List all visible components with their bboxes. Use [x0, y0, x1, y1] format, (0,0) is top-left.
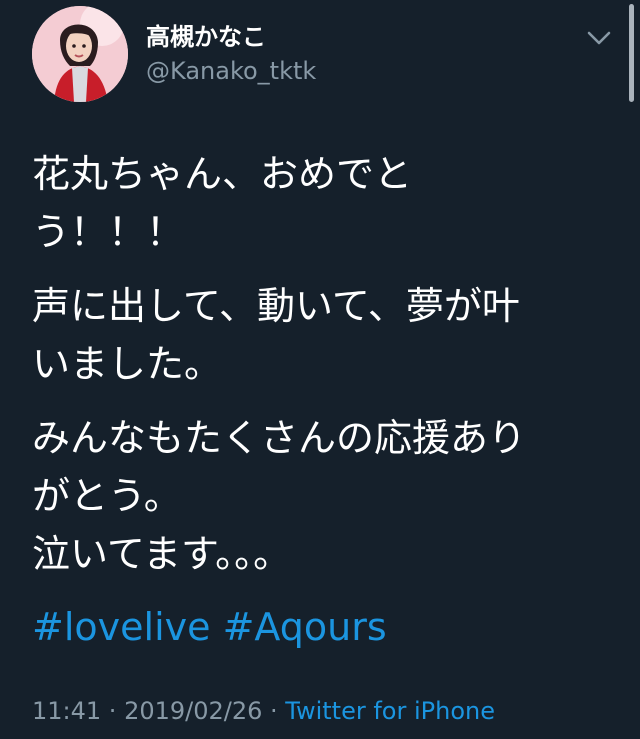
avatar-image	[32, 6, 128, 102]
tweet-paragraph: 泣いてます。。。	[32, 532, 292, 576]
tweet-paragraph: みんなもたくさんの応援あり がとう。	[32, 416, 527, 518]
tweet-source-link[interactable]: Twitter for iPhone	[285, 697, 495, 725]
meta-separator: ·	[262, 697, 286, 725]
tweet-paragraph: 花丸ちゃん、おめでと う！！！	[32, 152, 413, 254]
tweet-text: 花丸ちゃん、おめでと う！！！ 声に出して、動いて、夢が叶 いました。 みんなも…	[32, 145, 602, 583]
user-handle[interactable]: @Kanako_tktk	[146, 56, 316, 86]
tweet-meta: 11:41 · 2019/02/26 · Twitter for iPhone	[32, 694, 495, 728]
display-name[interactable]: 高槻かなこ	[146, 22, 266, 52]
tweet-card: 高槻かなこ @Kanako_tktk 花丸ちゃん、おめでと う！！！ 声に出して…	[0, 0, 640, 739]
tweet-paragraph: 声に出して、動いて、夢が叶 いました。	[32, 284, 520, 386]
avatar[interactable]	[32, 6, 128, 102]
hashtag-list: #lovelive #Aqours	[32, 598, 387, 656]
meta-separator: ·	[101, 697, 125, 725]
hashtag-link[interactable]: #Aqours	[223, 605, 387, 649]
tweet-time[interactable]: 11:41	[32, 697, 101, 725]
tweet-date[interactable]: 2019/02/26	[124, 697, 262, 725]
chevron-down-icon[interactable]	[584, 26, 614, 50]
scrollbar[interactable]	[629, 4, 634, 102]
hashtag-link[interactable]: #lovelive	[32, 605, 211, 649]
